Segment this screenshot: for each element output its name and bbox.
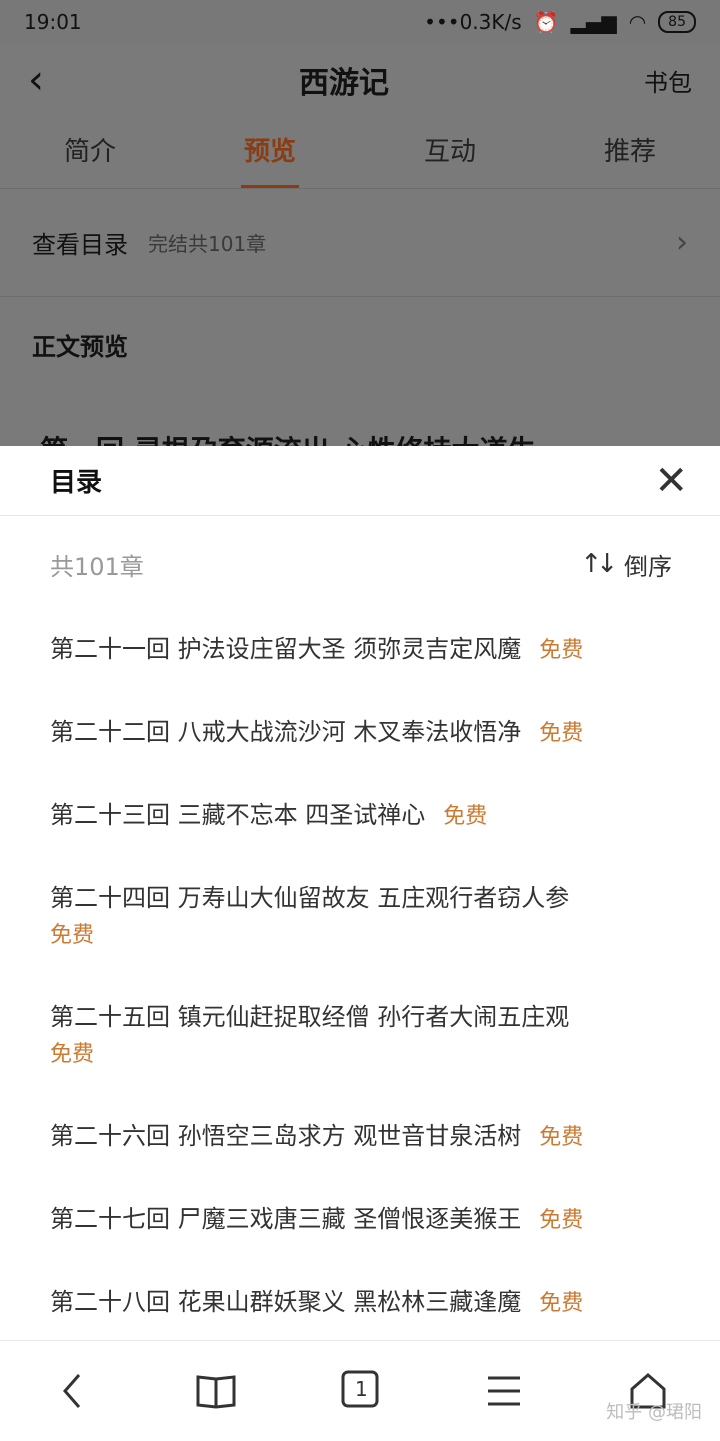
chapter-item[interactable]: 第二十三回 三藏不忘本 四圣试禅心 免费 (50, 796, 670, 836)
watermark: 知乎 @珺阳 (606, 1402, 702, 1423)
chapter-one-title: 第一回 灵根孕育源流出 心性修持大道生 (40, 429, 536, 446)
wifi-icon: ◠ (628, 10, 647, 34)
chapter-item[interactable]: 第二十五回 镇元仙赶捉取经僧 孙行者大闹五庄观 免费 (50, 998, 670, 1074)
chapter-title: 第二十三回 三藏不忘本 四圣试禅心 (50, 801, 426, 829)
sheet-title: 目录 (50, 468, 103, 498)
chapter-count: 共101章 (50, 552, 144, 581)
status-time: 19:01 (24, 10, 82, 34)
catalog-status: 完结共101章 (148, 232, 267, 256)
catalog-summary: 共101章 ↑↓ 倒序 (0, 516, 720, 612)
free-tag: 免费 (443, 804, 488, 829)
chapter-title: 第二十一回 护法设庄留大圣 须弥灵吉定风魔 (50, 635, 522, 663)
tab-intro[interactable]: 简介 (0, 116, 180, 188)
alarm-icon: ⏰ (533, 10, 559, 34)
tab-count: 1 (355, 1377, 368, 1401)
view-catalog-label: 查看目录 (32, 231, 128, 259)
free-tag: 免费 (539, 721, 584, 746)
battery-icon: 85 (658, 11, 696, 33)
background-page: ‹ 西游记 书包 简介 预览 互动 推荐 查看目录 完结共101章 › 正文预览… (0, 44, 720, 446)
status-icons: •••0.3K/s ⏰ ▂▄▆ ◠ 85 (424, 10, 696, 34)
chapter-item[interactable]: 第二十八回 花果山群妖聚义 黑松林三藏逢魔 免费 (50, 1283, 670, 1323)
chapter-title: 第二十二回 八戒大战流沙河 木叉奉法收悟净 (50, 718, 522, 746)
chapter-item[interactable]: 第二十一回 护法设庄留大圣 须弥灵吉定风魔 免费 (50, 630, 670, 670)
view-catalog-row[interactable]: 查看目录 完结共101章 › (0, 189, 720, 297)
tab-recommend[interactable]: 推荐 (540, 116, 720, 188)
free-tag: 免费 (539, 1291, 584, 1316)
catalog-sheet: 目录 ✕ 共101章 ↑↓ 倒序 第二十一回 护法设庄留大圣 须弥灵吉定风魔 免费… (0, 446, 720, 1340)
browser-back-icon[interactable] (32, 1351, 112, 1431)
tab-preview[interactable]: 预览 (180, 116, 360, 188)
network-speed: •••0.3K/s (424, 10, 522, 34)
free-tag: 免费 (50, 1042, 95, 1067)
nav-bar: ‹ 西游记 书包 (0, 44, 720, 116)
chapter-title: 第二十七回 尸魔三戏唐三藏 圣僧恨逐美猴王 (50, 1205, 522, 1233)
free-tag: 免费 (539, 638, 584, 663)
free-tag: 免费 (539, 1208, 584, 1233)
bottom-toolbar: 1 (0, 1340, 720, 1441)
sort-button[interactable]: ↑↓ 倒序 (580, 547, 672, 582)
bookbag-button[interactable]: 书包 (644, 63, 692, 98)
chapter-item[interactable]: 第二十六回 孙悟空三岛求方 观世音甘泉活树 免费 (50, 1117, 670, 1157)
chevron-right-icon: › (676, 225, 688, 260)
free-tag: 免费 (539, 1125, 584, 1150)
sort-order-icon: ↑↓ (580, 549, 617, 579)
back-arrow-icon[interactable]: ‹ (28, 60, 44, 100)
chapter-item[interactable]: 第二十七回 尸魔三戏唐三藏 圣僧恨逐美猴王 免费 (50, 1200, 670, 1240)
free-tag: 免费 (50, 923, 95, 948)
sort-label: 倒序 (624, 552, 672, 581)
preview-section-title: 正文预览 (32, 333, 128, 361)
page-title: 西游记 (299, 66, 389, 101)
chapter-title: 第二十五回 镇元仙赶捉取经僧 孙行者大闹五庄观 (50, 1003, 570, 1031)
chapter-item[interactable]: 第二十二回 八戒大战流沙河 木叉奉法收悟净 免费 (50, 713, 670, 753)
chapter-title: 第二十四回 万寿山大仙留故友 五庄观行者窃人参 (50, 884, 570, 912)
chapter-title: 第二十八回 花果山群妖聚义 黑松林三藏逢魔 (50, 1288, 522, 1316)
tab-interact[interactable]: 互动 (360, 116, 540, 188)
sheet-header: 目录 ✕ (0, 446, 720, 516)
tabs-icon[interactable]: 1 (320, 1351, 400, 1431)
chapter-title: 第二十六回 孙悟空三岛求方 观世音甘泉活树 (50, 1122, 522, 1150)
chapter-list: 第二十一回 护法设庄留大圣 须弥灵吉定风魔 免费 第二十二回 八戒大战流沙河 木叉… (0, 612, 720, 1323)
status-bar: 19:01 •••0.3K/s ⏰ ▂▄▆ ◠ 85 (0, 0, 720, 44)
bookmarks-icon[interactable] (176, 1351, 256, 1431)
menu-icon[interactable] (464, 1351, 544, 1431)
chapter-item[interactable]: 第二十四回 万寿山大仙留故友 五庄观行者窃人参 免费 (50, 879, 670, 955)
tab-bar: 简介 预览 互动 推荐 (0, 116, 720, 189)
signal-icon: ▂▄▆ (570, 10, 617, 34)
close-icon[interactable]: ✕ (654, 461, 688, 501)
